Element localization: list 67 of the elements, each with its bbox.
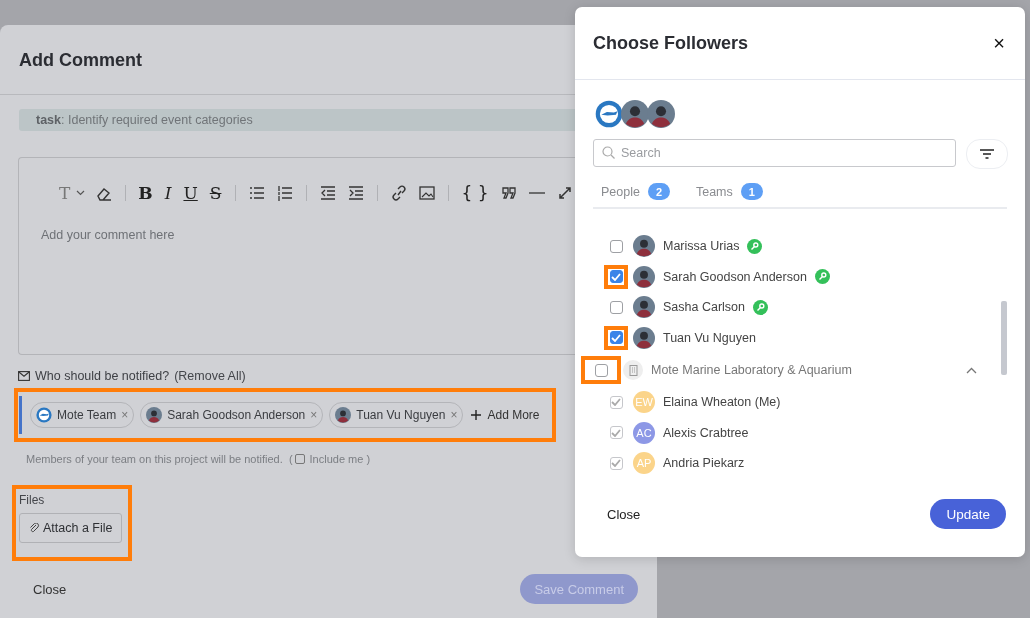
- avatar-icon: [633, 235, 655, 258]
- close-button[interactable]: Close: [607, 506, 641, 522]
- person-name: Marissa Urias: [663, 239, 740, 254]
- checkbox[interactable]: [594, 363, 608, 377]
- person-name: Elaina Wheaton (Me): [663, 395, 781, 410]
- bulleted-list-icon[interactable]: [248, 184, 267, 202]
- recipients-field[interactable]: Mote Team × Sarah Goodson Anderson × Tuan Vu Nguyen × Add More: [14, 388, 556, 442]
- filter-button[interactable]: [966, 139, 1008, 169]
- recipient-name: Tuan Vu Nguyen: [356, 408, 446, 422]
- underline-button[interactable]: U: [183, 184, 198, 202]
- scrollbar[interactable]: [1001, 301, 1007, 375]
- checkbox[interactable]: [609, 270, 623, 284]
- include-me-checkbox[interactable]: [294, 454, 305, 464]
- strikethrough-button[interactable]: S: [209, 184, 222, 202]
- follower-avatar-icon: [647, 100, 675, 128]
- person-name: Andria Piekarz: [663, 456, 745, 471]
- attach-file-button[interactable]: Attach a File: [19, 513, 123, 543]
- dialog-title: Choose Followers: [593, 32, 749, 54]
- italic-button[interactable]: I: [164, 184, 172, 202]
- filter-icon: [980, 149, 994, 159]
- update-button[interactable]: Update: [930, 499, 1006, 529]
- close-button[interactable]: Close: [33, 581, 67, 597]
- image-icon[interactable]: [418, 184, 437, 202]
- chevron-down-icon[interactable]: [76, 190, 86, 196]
- link-icon[interactable]: [390, 184, 409, 202]
- checkbox[interactable]: [609, 239, 623, 253]
- checkbox[interactable]: [609, 300, 623, 314]
- numbered-list-icon[interactable]: [276, 184, 295, 202]
- avatar-icon: [335, 407, 352, 423]
- paperclip-icon: [29, 522, 40, 534]
- person-name: Sarah Goodson Anderson: [663, 269, 807, 284]
- initials-avatar: AC: [633, 421, 655, 444]
- include-me-label: Include me ): [309, 453, 371, 465]
- search-field[interactable]: Search: [593, 139, 956, 167]
- follower-avatar-icon: [621, 100, 649, 128]
- plus-icon: [471, 410, 482, 420]
- outdent-icon[interactable]: [319, 184, 338, 202]
- add-more-button[interactable]: Add More: [471, 408, 540, 422]
- initials-avatar: AP: [633, 452, 655, 475]
- initials-avatar: EW: [633, 391, 655, 414]
- notify-label: Who should be notified?: [35, 369, 170, 383]
- person-name: Sasha Carlson: [663, 300, 745, 315]
- code-block-button[interactable]: { }: [461, 184, 489, 202]
- chevron-up-icon[interactable]: [966, 366, 977, 374]
- bold-button[interactable]: B: [138, 184, 153, 202]
- building-icon: [628, 364, 638, 376]
- editor-placeholder: Add your comment here: [40, 227, 176, 242]
- avatar-icon: [633, 265, 655, 288]
- recipient-name: Mote Team: [57, 408, 117, 422]
- avatar-icon: [633, 326, 655, 349]
- notify-note: Members of your team on this project will be notified. (: [26, 453, 293, 465]
- person-name: Alexis Crabtree: [663, 425, 749, 440]
- person-name: Tuan Vu Nguyen: [663, 330, 756, 345]
- envelope-icon: [18, 371, 30, 381]
- quote-icon[interactable]: [500, 184, 519, 202]
- indent-icon[interactable]: [347, 184, 366, 202]
- team-logo-icon: [595, 100, 623, 128]
- avatar-icon: [633, 296, 655, 319]
- recipient-name: Sarah Goodson Anderson: [167, 408, 306, 422]
- remove-all-link[interactable]: (Remove All): [174, 369, 246, 383]
- checkbox[interactable]: [609, 331, 623, 345]
- team-name: Mote Marine Laboratory & Aquarium: [651, 363, 852, 377]
- team-logo-icon: [36, 407, 52, 423]
- avatar-icon: [146, 407, 163, 423]
- search-icon: [602, 146, 615, 159]
- dialog-title: Add Comment: [19, 50, 142, 72]
- files-label: Files: [19, 493, 46, 507]
